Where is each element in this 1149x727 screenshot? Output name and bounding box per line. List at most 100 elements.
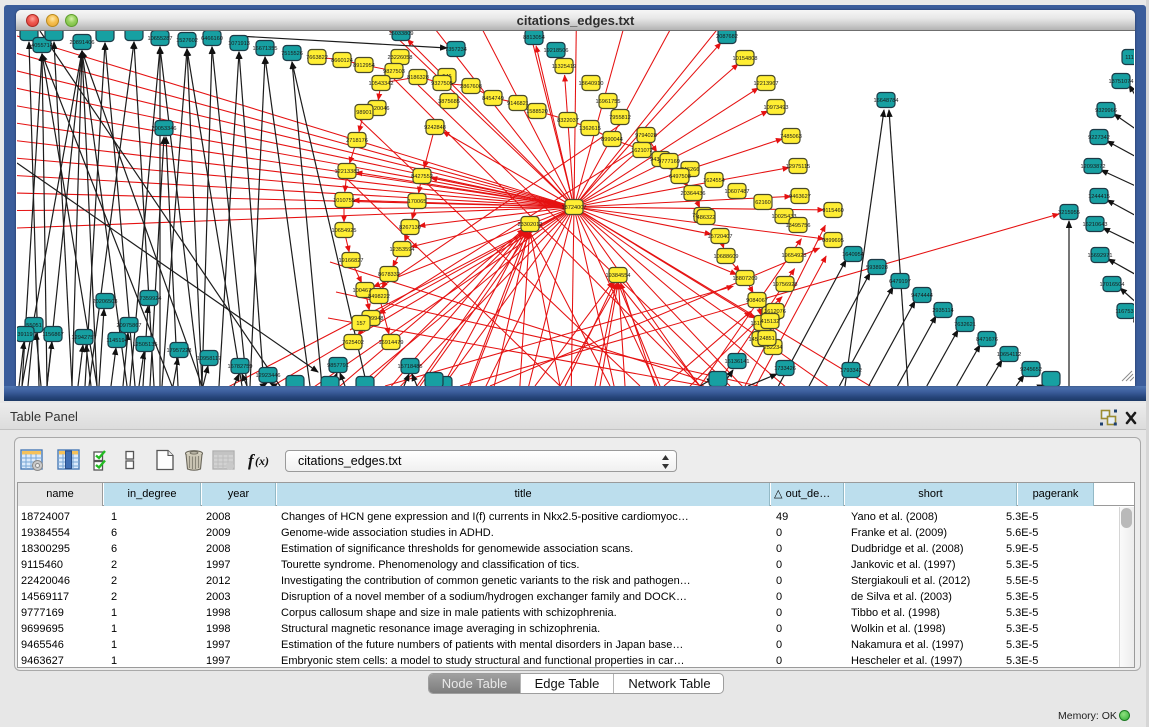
svg-text:17957223: 17957223 [167, 348, 192, 354]
svg-text:9242848: 9242848 [424, 125, 446, 131]
svg-text:2935114: 2935114 [932, 308, 953, 314]
svg-text:10958117: 10958117 [197, 356, 221, 362]
svg-text:16671355: 16671355 [253, 46, 278, 52]
svg-text:98901: 98901 [356, 110, 372, 116]
svg-text:3215955: 3215955 [1058, 210, 1080, 216]
svg-text:20364436: 20364436 [681, 191, 706, 197]
svg-text:8813054: 8813054 [523, 35, 545, 41]
svg-text:17359924: 17359924 [137, 296, 162, 302]
svg-text:7357234: 7357234 [445, 47, 467, 53]
svg-text:8912954: 8912954 [353, 63, 375, 69]
svg-text:9327505: 9327505 [431, 81, 453, 87]
svg-text:20053346: 20053346 [152, 126, 177, 132]
svg-text:10688609: 10688609 [714, 254, 739, 260]
svg-text:8186328: 8186328 [407, 75, 429, 81]
svg-text:12213967: 12213967 [754, 81, 779, 87]
svg-text:9227342: 9227342 [1088, 135, 1110, 141]
svg-text:13495756: 13495756 [786, 223, 811, 229]
svg-text:16914479: 16914479 [379, 340, 404, 346]
svg-text:15720407: 15720407 [708, 234, 733, 240]
svg-text:1362615: 1362615 [579, 126, 601, 132]
svg-text:16136141: 16136141 [725, 359, 750, 365]
svg-text:16961755: 16961755 [596, 99, 621, 105]
svg-text:16648784: 16648784 [874, 98, 899, 104]
svg-text:19166827: 19166827 [339, 258, 364, 264]
svg-text:18724007: 18724007 [562, 205, 587, 211]
svg-text:2867608: 2867608 [460, 84, 482, 90]
svg-text:24851: 24851 [759, 336, 775, 342]
svg-text:8678332: 8678332 [378, 272, 400, 278]
svg-text:1010755: 1010755 [333, 198, 355, 204]
svg-text:10973493: 10973493 [764, 105, 789, 111]
svg-text:15692971: 15692971 [1088, 253, 1113, 259]
svg-text:10655287: 10655287 [148, 36, 173, 42]
svg-text:7663822: 7663822 [306, 55, 328, 61]
svg-text:1071913: 1071913 [228, 41, 250, 47]
svg-text:6466160: 6466160 [201, 36, 223, 42]
svg-text:7632621: 7632621 [954, 322, 976, 328]
svg-text:5938928: 5938928 [866, 265, 888, 271]
svg-text:23226058: 23226058 [388, 55, 413, 61]
svg-text:1640954: 1640954 [842, 252, 864, 258]
svg-text:7485063: 7485063 [780, 134, 802, 140]
svg-text:9084067: 9084067 [746, 298, 768, 304]
svg-text:9474444: 9474444 [911, 293, 933, 299]
svg-text:1624554: 1624554 [703, 178, 725, 184]
svg-text:1156867: 1156867 [42, 332, 63, 338]
svg-text:12505135: 12505135 [133, 342, 158, 348]
svg-text:16210643: 16210643 [1083, 222, 1108, 228]
svg-text:10543342: 10543342 [369, 81, 394, 87]
svg-text:7955812: 7955812 [609, 115, 631, 121]
svg-text:6479197: 6479197 [889, 279, 911, 285]
svg-text:8990044: 8990044 [601, 137, 623, 143]
svg-text:0899695: 0899695 [822, 238, 844, 244]
svg-text:8427552: 8427552 [411, 174, 433, 180]
svg-text:9146821: 9146821 [507, 101, 529, 107]
svg-text:1793342: 1793342 [840, 368, 862, 374]
svg-text:15718485: 15718485 [398, 364, 423, 370]
svg-text:19756928: 19756928 [773, 282, 798, 288]
svg-text:10654925: 10654925 [332, 228, 357, 234]
svg-text:486322: 486322 [697, 215, 716, 221]
svg-text:1112: 1112 [1125, 55, 1134, 61]
svg-text:62160: 62160 [755, 200, 771, 206]
svg-text:12942757: 12942757 [72, 335, 97, 341]
svg-text:9115460: 9115460 [822, 208, 843, 214]
svg-text:170065: 170065 [408, 199, 427, 205]
svg-text:2087682: 2087682 [716, 34, 738, 40]
svg-text:7625402: 7625402 [342, 340, 364, 346]
svg-text:8660124: 8660124 [331, 58, 353, 64]
svg-text:8267130: 8267130 [399, 225, 421, 231]
svg-text:10607487: 10607487 [725, 189, 750, 195]
svg-text:9827503: 9827503 [383, 69, 405, 75]
svg-text:1167533: 1167533 [1115, 309, 1134, 315]
svg-text:16782759: 16782759 [228, 364, 253, 370]
svg-text:8322037: 8322037 [557, 118, 579, 124]
svg-text:8498222: 8498222 [368, 294, 390, 300]
svg-text:20975867: 20975867 [117, 323, 142, 329]
svg-text:1244415: 1244415 [1088, 194, 1110, 200]
svg-text:9794028: 9794028 [635, 133, 657, 139]
svg-text:12213383: 12213383 [335, 169, 360, 175]
svg-text:1527602: 1527602 [176, 38, 198, 44]
svg-text:6497508: 6497508 [669, 174, 691, 180]
svg-text:9463627: 9463627 [789, 194, 811, 200]
svg-text:2718176: 2718176 [346, 138, 368, 144]
svg-text:1588520: 1588520 [526, 109, 548, 115]
svg-text:19384554: 19384554 [606, 273, 631, 279]
svg-text:13751074: 13751074 [1109, 79, 1134, 85]
svg-text:20206503: 20206503 [93, 299, 118, 305]
svg-text:11325419: 11325419 [552, 64, 576, 70]
svg-text:16033809: 16033809 [389, 31, 414, 37]
svg-text:8471676: 8471676 [976, 337, 998, 343]
svg-text:20891406: 20891406 [70, 40, 95, 46]
svg-text:(x): (x) [255, 454, 269, 468]
svg-text:1733426: 1733426 [774, 366, 796, 372]
svg-text:19218506: 19218506 [544, 48, 569, 54]
svg-text:12093872: 12093872 [1081, 164, 1106, 170]
svg-text:39119: 39119 [17, 332, 32, 338]
svg-text:10654112: 10654112 [997, 352, 1021, 358]
svg-text:9857791: 9857791 [327, 363, 349, 369]
svg-text:9777169: 9777169 [658, 159, 680, 165]
svg-text:12975115: 12975115 [786, 164, 810, 170]
